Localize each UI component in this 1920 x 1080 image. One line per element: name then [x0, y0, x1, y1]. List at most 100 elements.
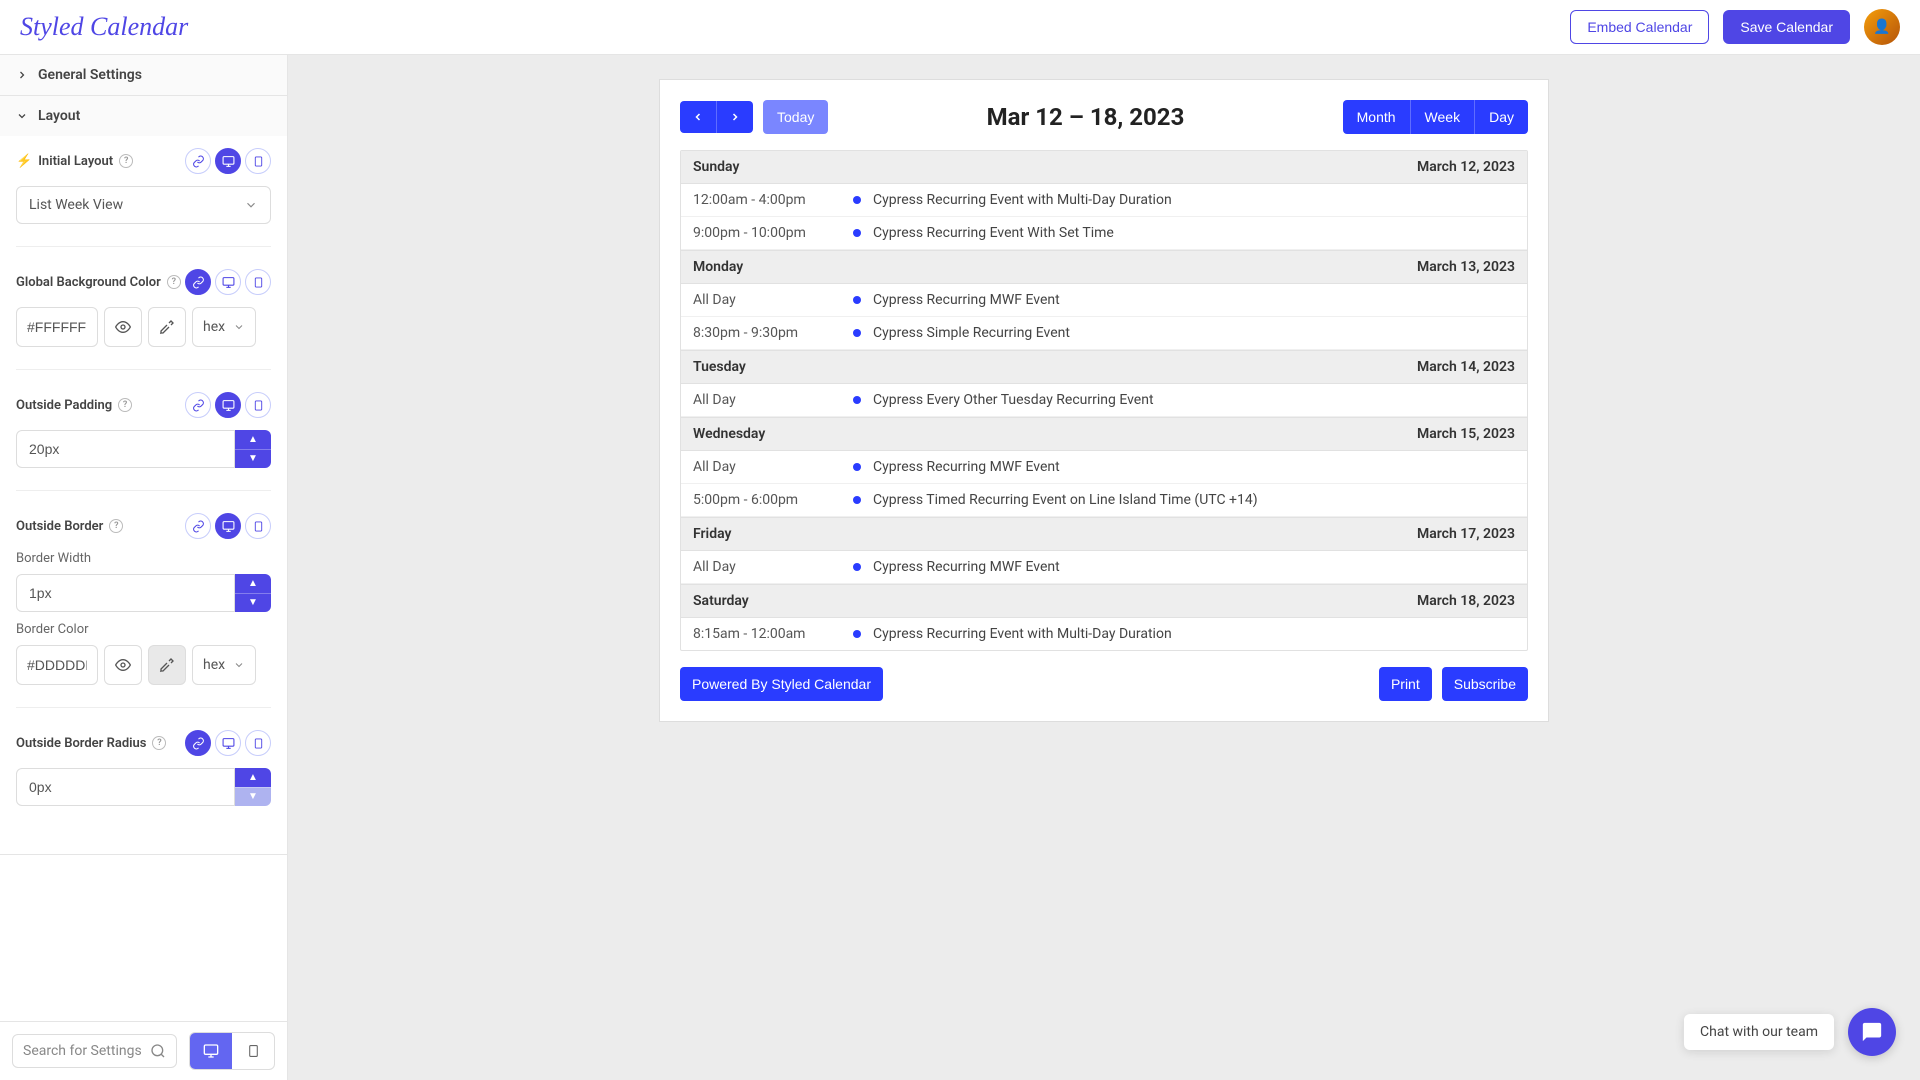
eye-icon[interactable] — [104, 307, 142, 347]
initial-layout-select[interactable]: List Week View — [16, 186, 271, 224]
event-row[interactable]: All DayCypress Recurring MWF Event — [681, 451, 1527, 484]
day-name: Saturday — [693, 593, 749, 609]
day-name: Wednesday — [693, 426, 765, 442]
section-label: General Settings — [38, 67, 142, 83]
color-format-select[interactable]: hex — [192, 307, 256, 347]
device-desktop-button[interactable] — [215, 513, 241, 539]
embed-calendar-button[interactable]: Embed Calendar — [1570, 10, 1709, 44]
day-header: TuesdayMarch 14, 2023 — [681, 350, 1527, 384]
subscribe-button[interactable]: Subscribe — [1442, 667, 1528, 701]
event-row[interactable]: 8:30pm - 9:30pmCypress Simple Recurring … — [681, 317, 1527, 350]
stepper-up-button[interactable]: ▲ — [235, 574, 271, 593]
stepper-up-button[interactable]: ▲ — [235, 768, 271, 787]
device-desktop-button[interactable] — [215, 392, 241, 418]
bg-color-input[interactable] — [16, 307, 98, 347]
day-header: SaturdayMarch 18, 2023 — [681, 584, 1527, 618]
device-mobile-button[interactable] — [245, 730, 271, 756]
outside-padding-input[interactable] — [16, 430, 235, 468]
stepper-up-button[interactable]: ▲ — [235, 430, 271, 449]
stepper-down-button[interactable]: ▼ — [235, 787, 271, 807]
preview-desktop-button[interactable] — [190, 1033, 232, 1069]
device-mobile-button[interactable] — [245, 269, 271, 295]
day-header: FridayMarch 17, 2023 — [681, 517, 1527, 551]
event-row[interactable]: All Day Cypress Recurring MWF Event — [681, 284, 1527, 317]
chat-icon — [1861, 1021, 1883, 1043]
device-link-button[interactable] — [185, 513, 211, 539]
day-name: Sunday — [693, 159, 739, 175]
eye-icon[interactable] — [104, 645, 142, 685]
chevron-down-icon — [16, 110, 28, 122]
event-time: All Day — [693, 459, 853, 475]
event-row[interactable]: All DayCypress Every Other Tuesday Recur… — [681, 384, 1527, 417]
event-title: Cypress Recurring MWF Event — [873, 292, 1515, 308]
device-mobile-button[interactable] — [245, 392, 271, 418]
user-avatar[interactable]: 👤 — [1864, 9, 1900, 45]
device-link-button[interactable] — [185, 730, 211, 756]
border-width-input[interactable] — [16, 574, 235, 612]
chevron-down-icon — [233, 321, 245, 333]
device-mobile-button[interactable] — [245, 148, 271, 174]
event-time: 8:15am - 12:00am — [693, 626, 853, 642]
view-month-button[interactable]: Month — [1343, 100, 1410, 134]
help-icon[interactable]: ? — [118, 398, 132, 412]
preview-mobile-button[interactable] — [232, 1033, 274, 1069]
event-title: Cypress Every Other Tuesday Recurring Ev… — [873, 392, 1515, 408]
day-date: March 14, 2023 — [1417, 359, 1515, 375]
color-format-select[interactable]: hex — [192, 645, 256, 685]
eyedropper-icon[interactable] — [148, 645, 186, 685]
event-time: All Day — [693, 292, 853, 308]
device-link-button[interactable] — [185, 148, 211, 174]
device-link-button[interactable] — [185, 269, 211, 295]
device-desktop-button[interactable] — [215, 148, 241, 174]
event-row[interactable]: 5:00pm - 6:00pmCypress Timed Recurring E… — [681, 484, 1527, 517]
event-row[interactable]: 8:15am - 12:00amCypress Recurring Event … — [681, 618, 1527, 650]
event-row[interactable]: 9:00pm - 10:00pmCypress Recurring Event … — [681, 217, 1527, 250]
day-name: Monday — [693, 259, 743, 275]
event-title: Cypress Recurring Event with Multi-Day D… — [873, 192, 1515, 208]
help-icon[interactable]: ? — [119, 154, 133, 168]
event-time: 5:00pm - 6:00pm — [693, 492, 853, 508]
eyedropper-icon[interactable] — [148, 307, 186, 347]
day-header: SundayMarch 12, 2023 — [681, 151, 1527, 184]
today-button[interactable]: Today — [763, 100, 828, 134]
chat-button[interactable] — [1848, 1008, 1896, 1056]
view-day-button[interactable]: Day — [1474, 100, 1528, 134]
day-name: Friday — [693, 526, 731, 542]
device-link-button[interactable] — [185, 392, 211, 418]
event-time: 9:00pm - 10:00pm — [693, 225, 853, 241]
device-desktop-button[interactable] — [215, 269, 241, 295]
setting-title: Outside Border — [16, 519, 103, 534]
event-row[interactable]: 12:00am - 4:00pmCypress Recurring Event … — [681, 184, 1527, 217]
view-week-button[interactable]: Week — [1410, 100, 1475, 134]
day-header: MondayMarch 13, 2023 — [681, 250, 1527, 284]
event-dot-icon — [853, 196, 861, 204]
settings-sidebar: General Settings Layout ⚡ Initi — [0, 55, 288, 1080]
prev-button[interactable] — [680, 101, 716, 133]
stepper-down-button[interactable]: ▼ — [235, 449, 271, 469]
chat-tooltip: Chat with our team — [1684, 1014, 1834, 1050]
powered-by-link[interactable]: Powered By Styled Calendar — [680, 667, 883, 701]
next-button[interactable] — [716, 101, 753, 133]
save-calendar-button[interactable]: Save Calendar — [1723, 10, 1850, 44]
sublabel: Border Color — [16, 622, 271, 637]
setting-outside-border: Outside Border ? Border Width — [16, 513, 271, 708]
setting-title: Global Background Color — [16, 275, 161, 290]
settings-search-input[interactable]: Search for Settings — [12, 1034, 177, 1068]
help-icon[interactable]: ? — [109, 519, 123, 533]
chevron-down-icon — [233, 659, 245, 671]
print-button[interactable]: Print — [1379, 667, 1432, 701]
border-color-input[interactable] — [16, 645, 98, 685]
calendar-preview: Today Mar 12 – 18, 2023 Month Week Day S… — [288, 55, 1920, 1080]
stepper-down-button[interactable]: ▼ — [235, 593, 271, 613]
section-layout[interactable]: Layout — [0, 96, 287, 136]
device-mobile-button[interactable] — [245, 513, 271, 539]
chevron-down-icon — [244, 198, 258, 212]
event-row[interactable]: All DayCypress Recurring MWF Event — [681, 551, 1527, 584]
help-icon[interactable]: ? — [152, 736, 166, 750]
help-icon[interactable]: ? — [167, 275, 181, 289]
bolt-icon: ⚡ — [16, 154, 32, 169]
event-dot-icon — [853, 563, 861, 571]
device-desktop-button[interactable] — [215, 730, 241, 756]
border-radius-input[interactable] — [16, 768, 235, 806]
section-general-settings[interactable]: General Settings — [0, 55, 287, 95]
